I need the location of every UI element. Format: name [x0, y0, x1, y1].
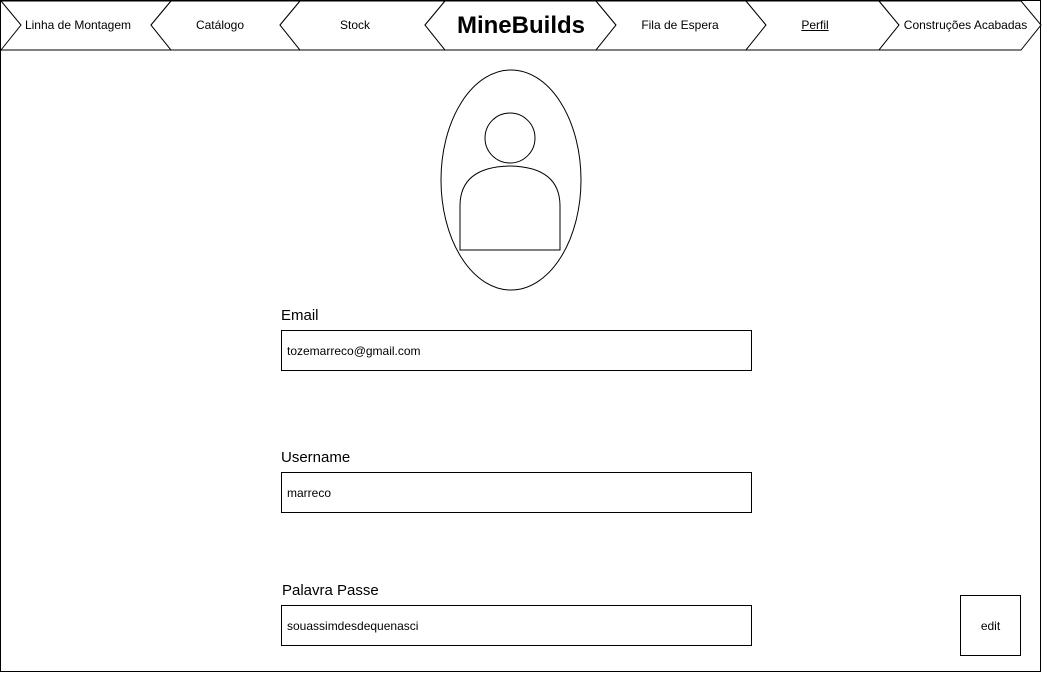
- avatar-head: [484, 112, 536, 164]
- nav-item-catalogo[interactable]: Catálogo: [170, 0, 270, 50]
- nav-item-perfil[interactable]: Perfil: [775, 0, 855, 50]
- nav-item-stock[interactable]: Stock: [305, 0, 405, 50]
- nav-item-fila-de-espera[interactable]: Fila de Espera: [620, 0, 740, 50]
- nav-item-construcoes-acabadas[interactable]: Construções Acabadas: [900, 0, 1031, 50]
- username-label: Username: [281, 449, 351, 466]
- username-field[interactable]: [281, 472, 752, 513]
- nav-item-linha-de-montagem[interactable]: Linha de Montagem: [14, 0, 142, 50]
- email-label: Email: [281, 307, 319, 324]
- brand-title: MineBuilds: [456, 12, 585, 39]
- password-label: Palavra Passe: [282, 582, 379, 599]
- avatar: [440, 69, 582, 291]
- password-field[interactable]: [281, 605, 752, 646]
- email-field[interactable]: [281, 330, 752, 371]
- edit-button[interactable]: edit: [960, 595, 1021, 656]
- avatar-body: [459, 165, 561, 251]
